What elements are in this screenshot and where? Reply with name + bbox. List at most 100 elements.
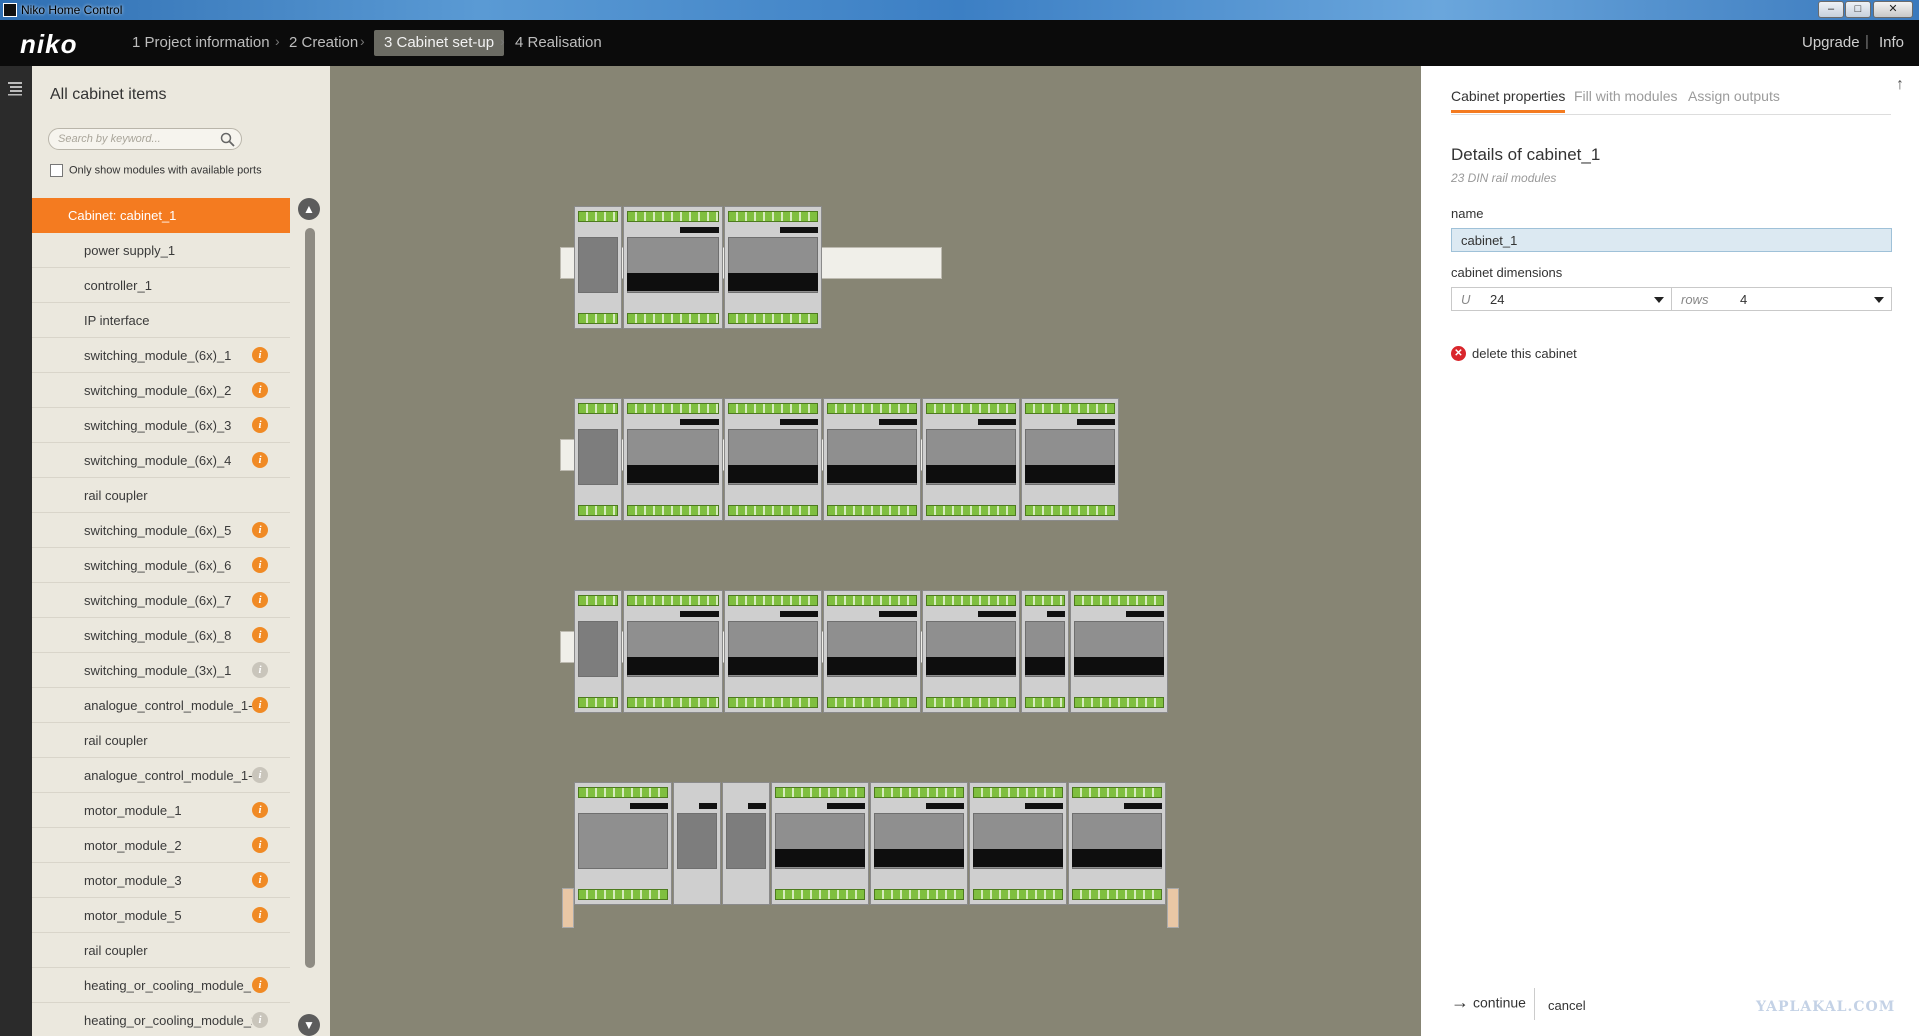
rail-coupler-module[interactable] (574, 590, 622, 713)
list-item[interactable]: switching_module_(6x)_8 i (32, 618, 290, 653)
cabinet-name-field[interactable] (1451, 228, 1892, 252)
list-item[interactable]: switching_module_(6x)_6 i (32, 548, 290, 583)
sidebar-scrollbar[interactable]: ▲ ▼ (298, 198, 320, 1036)
switching-module[interactable] (623, 590, 723, 713)
switching-module[interactable] (922, 590, 1020, 713)
list-item[interactable]: analogue_control_module_1-1... i (32, 758, 290, 793)
info-badge-icon[interactable]: i (252, 452, 268, 468)
rail-end-left (562, 888, 574, 928)
list-item-label: rail coupler (84, 733, 148, 748)
minimize-button[interactable]: – (1818, 1, 1844, 18)
tab-fill-with-modules[interactable]: Fill with modules (1574, 88, 1677, 110)
switching-module[interactable] (823, 590, 921, 713)
info-badge-icon[interactable]: i (252, 557, 268, 573)
info-badge-icon[interactable]: i (252, 837, 268, 853)
rows-select[interactable]: rows 4 (1671, 287, 1892, 311)
upgrade-link[interactable]: Upgrade (1802, 34, 1860, 51)
info-badge-icon[interactable]: i (252, 382, 268, 398)
list-item[interactable]: switching_module_(3x)_1 i (32, 653, 290, 688)
list-item-label: Cabinet: cabinet_1 (68, 208, 177, 223)
dimensions-label: cabinet dimensions (1451, 265, 1563, 280)
list-item[interactable]: analogue_control_module_1-1... i (32, 688, 290, 723)
info-badge-icon[interactable]: i (252, 347, 268, 363)
filter-checkbox[interactable] (50, 164, 63, 177)
switching-module[interactable] (724, 590, 822, 713)
tab-cabinet-properties[interactable]: Cabinet properties (1451, 88, 1566, 113)
motor-module[interactable] (1021, 398, 1119, 521)
rail-coupler-module[interactable] (574, 398, 622, 521)
list-menu-icon[interactable] (7, 80, 23, 96)
list-item[interactable]: rail coupler (32, 933, 290, 968)
info-link[interactable]: Info (1879, 34, 1904, 51)
list-item[interactable]: switching_module_(6x)_1 i (32, 338, 290, 373)
info-badge-icon[interactable]: i (252, 872, 268, 888)
list-item[interactable]: rail coupler (32, 723, 290, 758)
cancel-button[interactable]: cancel (1548, 998, 1586, 1013)
cabinet-header-item[interactable]: Cabinet: cabinet_1 (32, 198, 290, 233)
list-item[interactable]: switching_module_(6x)_2 i (32, 373, 290, 408)
info-badge-icon[interactable]: i (252, 977, 268, 993)
list-item[interactable]: motor_module_1 i (32, 793, 290, 828)
list-item[interactable]: motor_module_3 i (32, 863, 290, 898)
info-badge-icon[interactable]: i (252, 662, 268, 678)
search-icon[interactable] (220, 132, 235, 147)
power-supply-module[interactable] (574, 206, 622, 329)
list-item[interactable]: rail coupler (32, 478, 290, 513)
scrollbar-thumb[interactable] (305, 228, 315, 968)
list-item[interactable]: switching_module_(6x)_5 i (32, 513, 290, 548)
list-item[interactable]: switching_module_(6x)_3 i (32, 408, 290, 443)
delete-cabinet-button[interactable]: ✕ delete this cabinet (1451, 345, 1577, 362)
info-badge-icon[interactable]: i (252, 592, 268, 608)
info-badge-icon[interactable]: i (252, 522, 268, 538)
delete-icon: ✕ (1451, 346, 1466, 362)
step-realisation[interactable]: 4 Realisation (505, 30, 612, 56)
motor-module[interactable] (724, 398, 822, 521)
list-item-label: heating_or_cooling_module_2 (84, 1013, 252, 1028)
list-item[interactable]: switching_module_(6x)_4 i (32, 443, 290, 478)
rail-coupler-module[interactable] (673, 782, 721, 905)
motor-module[interactable] (922, 398, 1020, 521)
list-item[interactable]: motor_module_5 i (32, 898, 290, 933)
switching-module[interactable] (1068, 782, 1166, 905)
analogue-control-module[interactable] (1070, 590, 1168, 713)
motor-module[interactable] (823, 398, 921, 521)
switching-module[interactable] (623, 398, 723, 521)
step-creation[interactable]: 2 Creation (279, 30, 368, 56)
available-ports-filter[interactable]: Only show modules with available ports (50, 164, 262, 177)
list-item[interactable]: power supply_1 (32, 233, 290, 268)
info-badge-icon[interactable]: i (252, 1012, 268, 1028)
list-item[interactable]: heating_or_cooling_module_2 i (32, 1003, 290, 1036)
info-badge-icon[interactable]: i (252, 907, 268, 923)
switching-module[interactable] (771, 782, 869, 905)
switching-module[interactable] (870, 782, 968, 905)
u-height-select[interactable]: U 24 (1451, 287, 1672, 311)
info-badge-icon[interactable]: i (252, 627, 268, 643)
search-input[interactable] (58, 131, 218, 147)
switching-module[interactable] (969, 782, 1067, 905)
ip-interface-module[interactable] (724, 206, 822, 329)
info-badge-icon[interactable]: i (252, 767, 268, 783)
list-item[interactable]: IP interface (32, 303, 290, 338)
list-item[interactable]: heating_or_cooling_module_1 i (32, 968, 290, 1003)
filter-label: Only show modules with available ports (69, 164, 262, 177)
rail-coupler-module[interactable] (722, 782, 770, 905)
list-item[interactable]: switching_module_(6x)_7 i (32, 583, 290, 618)
heating-or-cooling-module[interactable] (574, 782, 672, 905)
scroll-down-button[interactable]: ▼ (298, 1014, 320, 1036)
controller-module[interactable] (623, 206, 723, 329)
scroll-up-button[interactable]: ▲ (298, 198, 320, 220)
info-badge-icon[interactable]: i (252, 697, 268, 713)
arrow-up-icon[interactable]: ↑ (1896, 76, 1904, 94)
list-item[interactable]: controller_1 (32, 268, 290, 303)
step-cabinet-setup[interactable]: 3 Cabinet set-up (374, 30, 505, 56)
continue-button[interactable]: → continue (1451, 992, 1526, 1013)
switching-module-3x[interactable] (1021, 590, 1069, 713)
maximize-button[interactable]: □ (1845, 1, 1871, 18)
close-window-button[interactable]: ✕ (1873, 1, 1913, 18)
tab-assign-outputs[interactable]: Assign outputs (1688, 88, 1780, 110)
list-item[interactable]: motor_module_2 i (32, 828, 290, 863)
step-project-information[interactable]: 1 Project information (122, 30, 280, 56)
properties-panel: Cabinet properties Fill with modules Ass… (1421, 66, 1919, 1036)
info-badge-icon[interactable]: i (252, 802, 268, 818)
info-badge-icon[interactable]: i (252, 417, 268, 433)
